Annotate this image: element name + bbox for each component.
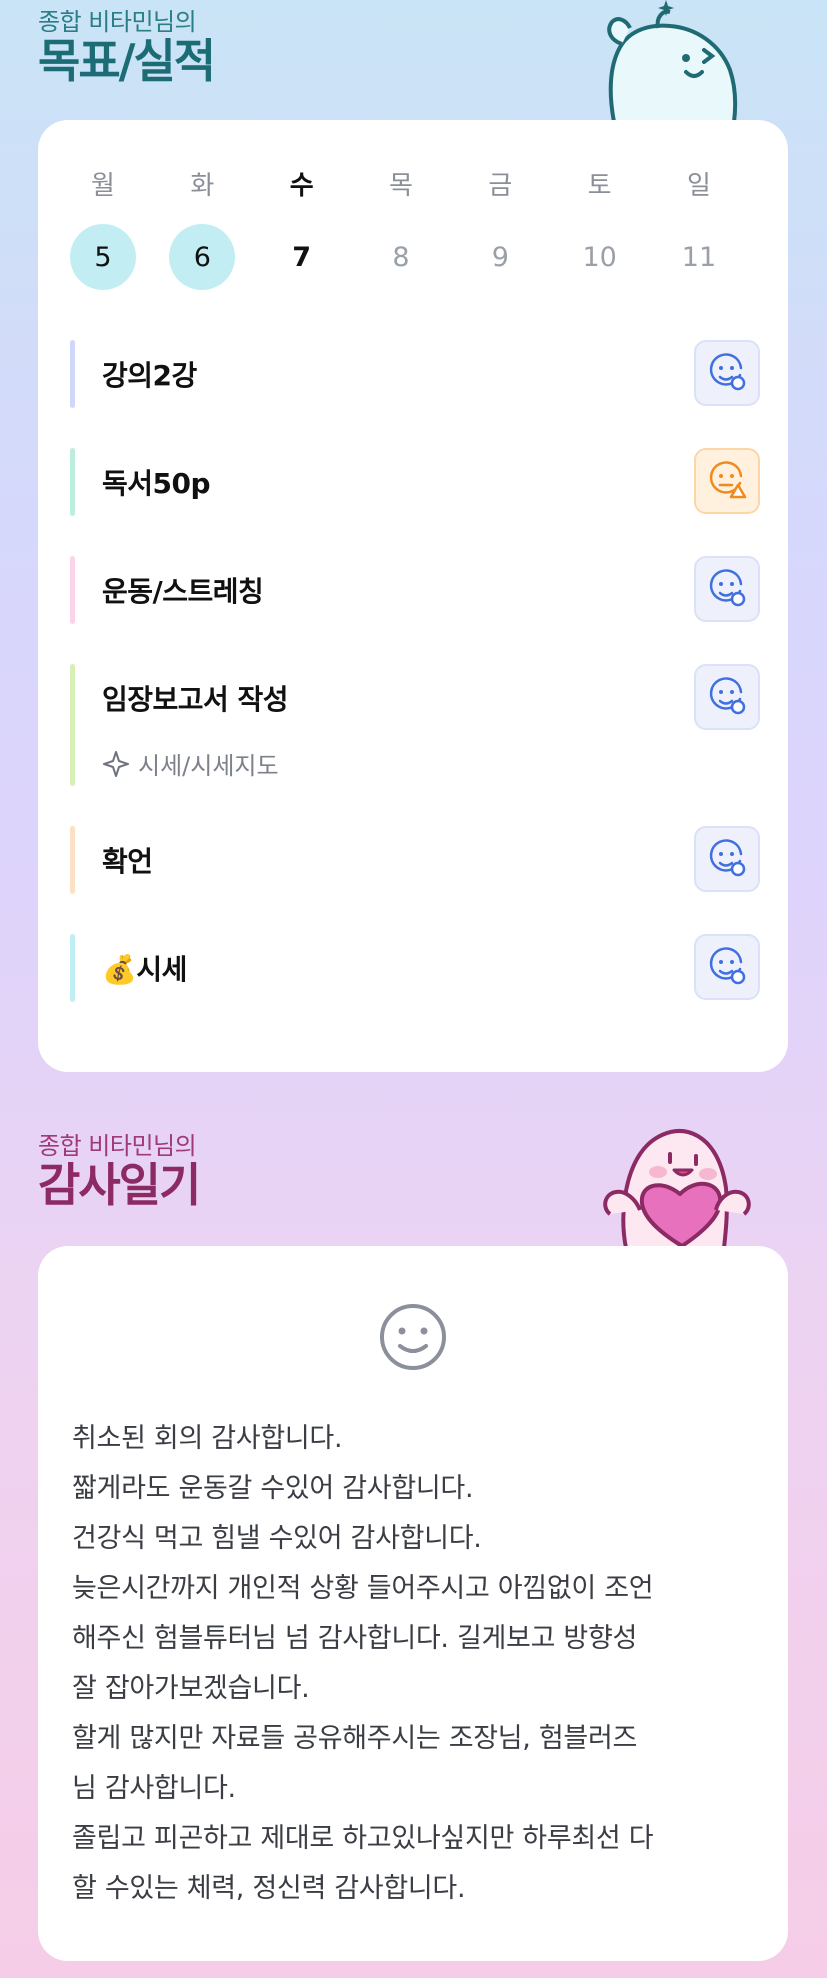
day-name: 금	[488, 171, 513, 201]
day-date: 6	[169, 224, 236, 290]
day-tue[interactable]: 화 6	[167, 168, 237, 290]
goal-color-bar	[70, 448, 75, 516]
smile-check-icon	[709, 839, 746, 877]
goal-color-bar	[70, 826, 75, 894]
goal-item: 운동/스트레칭	[70, 556, 760, 624]
goal-label: 확언	[102, 845, 153, 878]
thanks-line: 짧게라도 운동갈 수있어 감사합니다.	[72, 1473, 474, 1504]
goal-section-subtitle: 종합 비타민님의	[38, 8, 197, 36]
goal-status-button[interactable]	[694, 340, 760, 406]
day-mon[interactable]: 월 5	[68, 168, 138, 290]
goal-label: 임장보고서 작성	[102, 683, 289, 716]
goal-section-header: 종합 비타민님의 목표/실적	[38, 2, 216, 88]
sparkle-icon	[103, 750, 129, 777]
smile-check-icon	[709, 353, 746, 391]
goal-label: 강의2강	[102, 359, 197, 392]
ghost-mascot-icon	[607, 0, 738, 122]
day-date: 10	[582, 241, 617, 273]
day-date: 7	[292, 241, 312, 273]
thanks-line: 할게 많지만 자료들 공유해주시는 조장님, 험블러즈	[72, 1723, 638, 1754]
day-wed[interactable]: 수 7	[267, 168, 337, 290]
thanks-section-title: 감사일기	[38, 1158, 201, 1212]
day-thu[interactable]: 목 8	[366, 168, 436, 290]
day-sat[interactable]: 토 10	[565, 168, 635, 290]
goal-item: 확언	[70, 826, 760, 894]
day-name: 화	[190, 171, 215, 201]
thanks-diary-card: 취소된 회의 감사합니다. 짧게라도 운동갈 수있어 감사합니다. 건강식 먹고…	[38, 1246, 788, 1961]
day-name: 일	[687, 171, 711, 201]
day-sun[interactable]: 일 11	[664, 168, 734, 290]
goal-color-bar	[70, 340, 75, 408]
thanks-line: 건강식 먹고 힘낼 수있어 감사합니다.	[72, 1523, 482, 1554]
goal-subtask-label: 시세/시세지도	[138, 752, 279, 780]
day-name: 토	[587, 171, 612, 201]
day-date: 8	[392, 241, 410, 273]
goal-label: 독서50p	[102, 467, 211, 500]
heart-mascot-icon	[603, 1129, 751, 1248]
day-date: 9	[491, 241, 509, 273]
goal-status-button[interactable]	[694, 664, 760, 730]
thanks-line: 할 수있는 체력, 정신력 감사합니다.	[72, 1873, 466, 1904]
day-name: 수	[289, 171, 314, 201]
thanks-section-subtitle: 종합 비타민님의	[38, 1132, 197, 1160]
thanks-diary-text: 취소된 회의 감사합니다. 짧게라도 운동갈 수있어 감사합니다. 건강식 먹고…	[72, 1414, 762, 1914]
goal-status-button[interactable]	[694, 934, 760, 1000]
day-name: 월	[91, 171, 115, 201]
day-date: 5	[70, 224, 136, 290]
goal-item: 독서50p	[70, 448, 760, 516]
goal-card: 월 5 화 6 수 7 목 8 금 9 토 10 일 11 강의2강 독서50p…	[38, 120, 788, 1072]
goal-status-button[interactable]	[694, 556, 760, 622]
goal-label: 운동/스트레칭	[102, 575, 264, 608]
goal-subtask: 시세/시세지도	[102, 746, 279, 781]
thanks-line: 님 감사합니다.	[72, 1773, 236, 1804]
goal-status-button[interactable]	[694, 826, 760, 892]
goal-item: 강의2강	[70, 340, 760, 408]
thanks-line: 졸립고 피곤하고 제대로 하고있나싶지만 하루최선 다	[72, 1823, 654, 1854]
goal-label: 💰시세	[102, 953, 187, 986]
goal-color-bar	[70, 934, 75, 1002]
week-calendar: 월 5 화 6 수 7 목 8 금 9 토 10 일 11	[68, 168, 734, 290]
smile-check-icon	[709, 677, 746, 715]
smile-warning-icon	[709, 461, 747, 499]
thanks-line: 해주신 험블튜터님 넘 감사합니다. 길게보고 방향성	[72, 1623, 638, 1654]
goal-color-bar	[70, 664, 75, 786]
day-name: 목	[389, 171, 413, 201]
smile-check-icon	[709, 947, 746, 985]
thanks-line: 늦은시간까지 개인적 상황 들어주시고 아낌없이 조언	[72, 1573, 654, 1604]
day-fri[interactable]: 금 9	[465, 168, 535, 290]
thanks-section-header: 종합 비타민님의 감사일기	[38, 1126, 201, 1212]
day-date: 11	[681, 241, 717, 273]
thanks-line: 취소된 회의 감사합니다.	[72, 1423, 343, 1454]
smile-check-icon	[709, 569, 746, 607]
smiley-face-icon	[380, 1304, 446, 1370]
thanks-line: 잘 잡아가보겠습니다.	[72, 1673, 310, 1704]
goal-item: 임장보고서 작성 시세/시세지도	[70, 664, 760, 786]
goal-status-button[interactable]	[694, 448, 760, 514]
goal-color-bar	[70, 556, 75, 624]
goal-section-title: 목표/실적	[38, 34, 216, 88]
goal-item: 💰시세	[70, 934, 760, 1002]
